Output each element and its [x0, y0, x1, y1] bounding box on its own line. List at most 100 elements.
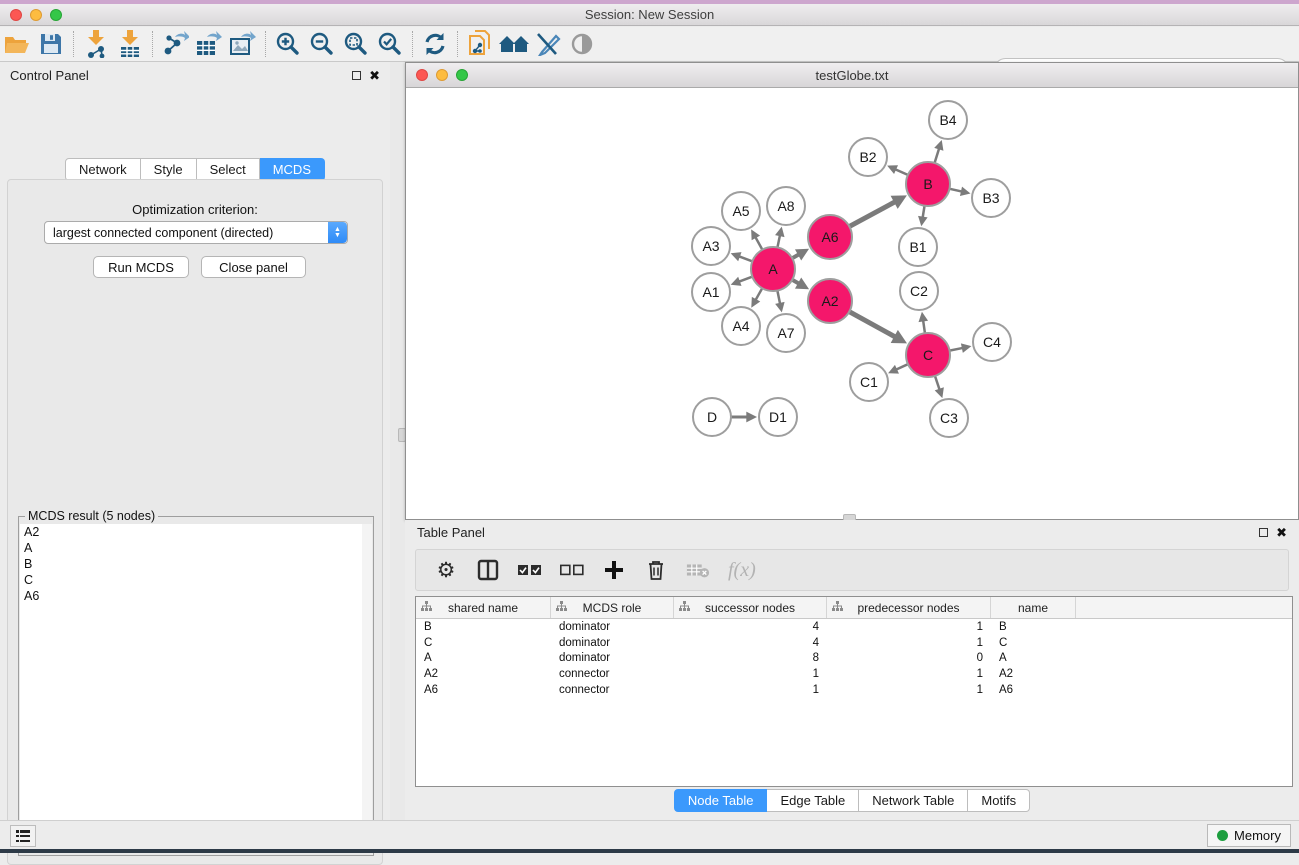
close-panel-button[interactable]: Close panel	[201, 256, 306, 278]
close-table-panel-icon[interactable]: ✖	[1276, 528, 1287, 537]
network-canvas[interactable]: B4 B2 B B3 A8A5 A6 A3 B1 A A1 C2 A2 A4A7 C4 C C1 C3 D D1	[406, 88, 1298, 519]
gear-icon[interactable]: ⚙	[434, 558, 458, 582]
table-panel: Table Panel ✖ ⚙ f(x) shared nameMCDS rol…	[405, 520, 1299, 820]
graph-node-C1[interactable]: C1	[850, 363, 888, 401]
graph-node-B4[interactable]: B4	[929, 101, 967, 139]
column-header-MCDS-role[interactable]: MCDS role	[551, 597, 674, 618]
graph-node-C[interactable]: C	[906, 333, 950, 377]
graph-node-A4[interactable]: A4	[722, 307, 760, 345]
deselect-all-icon[interactable]	[560, 558, 584, 582]
mcds-result-list[interactable]: A2ABCA6	[20, 524, 364, 850]
graph-node-C4[interactable]: C4	[973, 323, 1011, 361]
tab-mcds[interactable]: MCDS	[260, 158, 325, 181]
table-cell: dominator	[551, 652, 674, 664]
import-table-icon[interactable]	[113, 30, 147, 58]
import-network-icon[interactable]	[79, 30, 113, 58]
delete-table-icon[interactable]	[686, 558, 710, 582]
graph-node-A5[interactable]: A5	[722, 192, 760, 230]
result-list-scrollbar[interactable]	[362, 524, 372, 850]
result-list-item[interactable]: C	[20, 572, 364, 588]
table-cell: 4	[674, 621, 827, 633]
tab-style[interactable]: Style	[141, 158, 197, 181]
graph-node-A7[interactable]: A7	[767, 314, 805, 352]
zoom-in-icon[interactable]	[271, 30, 305, 58]
graph-node-B2[interactable]: B2	[849, 138, 887, 176]
tab-motifs[interactable]: Motifs	[968, 789, 1030, 812]
network-window-titlebar[interactable]: testGlobe.txt	[406, 63, 1298, 88]
table-cell: 1	[827, 668, 991, 680]
eye-icon[interactable]	[565, 30, 599, 58]
graph-node-A3[interactable]: A3	[692, 227, 730, 265]
run-mcds-button[interactable]: Run MCDS	[93, 256, 189, 278]
columns-icon[interactable]	[476, 558, 500, 582]
graph-node-C2[interactable]: C2	[900, 272, 938, 310]
graph-node-A6[interactable]: A6	[808, 215, 852, 259]
control-panel: Control Panel ✖ NetworkStyleSelectMCDS O…	[0, 62, 390, 820]
function-builder-icon[interactable]: f(x)	[728, 558, 756, 582]
float-table-panel-icon[interactable]	[1259, 528, 1268, 537]
annotation-toggle-icon[interactable]	[531, 30, 565, 58]
table-cell: 8	[674, 652, 827, 664]
graph-node-D1[interactable]: D1	[759, 398, 797, 436]
column-header-name[interactable]: name	[991, 597, 1076, 618]
tab-network-table[interactable]: Network Table	[859, 789, 968, 812]
zoom-selected-icon[interactable]	[373, 30, 407, 58]
toolbar-separator	[265, 31, 266, 57]
export-table-icon[interactable]	[192, 30, 226, 58]
graph-node-A8[interactable]: A8	[767, 187, 805, 225]
table-row[interactable]: Bdominator41B	[416, 619, 1292, 635]
copy-network-icon[interactable]	[463, 30, 497, 58]
home-icon[interactable]	[497, 30, 531, 58]
network-graph[interactable]: B4 B2 B B3 A8A5 A6 A3 B1 A A1 C2 A2 A4A7 C4 C C1 C3 D D1	[406, 88, 1298, 519]
graph-node-label: A2	[821, 293, 838, 309]
zoom-out-icon[interactable]	[305, 30, 339, 58]
column-header-successor-nodes[interactable]: successor nodes	[674, 597, 827, 618]
graph-edge-A6-B[interactable]	[848, 202, 895, 228]
graph-edge-A2-C[interactable]	[848, 311, 896, 337]
graph-node-D[interactable]: D	[693, 398, 731, 436]
graph-node-label: A6	[821, 229, 838, 245]
column-header-predecessor-nodes[interactable]: predecessor nodes	[827, 597, 991, 618]
show-panels-button[interactable]	[10, 825, 36, 847]
table-row[interactable]: A6connector11A6	[416, 682, 1292, 698]
result-list-item[interactable]: B	[20, 556, 364, 572]
result-list-item[interactable]: A2	[20, 524, 364, 540]
graph-node-A[interactable]: A	[751, 247, 795, 291]
table-row[interactable]: A2connector11A2	[416, 666, 1292, 682]
graph-edge-arrowhead	[919, 312, 929, 322]
column-header-shared-name[interactable]: shared name	[416, 597, 551, 618]
graph-node-label: B	[923, 176, 932, 192]
graph-node-B[interactable]: B	[906, 162, 950, 206]
open-session-icon[interactable]	[0, 30, 34, 58]
zoom-fit-icon[interactable]	[339, 30, 373, 58]
tab-select[interactable]: Select	[197, 158, 260, 181]
graph-node-C3[interactable]: C3	[930, 399, 968, 437]
tab-network[interactable]: Network	[65, 158, 141, 181]
close-panel-icon[interactable]: ✖	[369, 71, 380, 80]
result-list-item[interactable]: A	[20, 540, 364, 556]
tab-node-table[interactable]: Node Table	[674, 789, 768, 812]
float-panel-icon[interactable]	[352, 71, 361, 80]
refresh-layout-icon[interactable]	[418, 30, 452, 58]
graph-node-B1[interactable]: B1	[899, 228, 937, 266]
graph-node-A2[interactable]: A2	[808, 279, 852, 323]
memory-button[interactable]: Memory	[1207, 824, 1291, 847]
tab-edge-table[interactable]: Edge Table	[767, 789, 859, 812]
table-row[interactable]: Cdominator41C	[416, 635, 1292, 651]
app-titlebar: Session: New Session	[0, 4, 1299, 26]
node-table[interactable]: shared nameMCDS rolesuccessor nodesprede…	[415, 596, 1293, 787]
export-network-icon[interactable]	[158, 30, 192, 58]
session-title: Session: New Session	[0, 7, 1299, 22]
select-all-icon[interactable]	[518, 558, 542, 582]
graph-edge-arrowhead	[918, 216, 928, 226]
save-session-icon[interactable]	[34, 30, 68, 58]
add-column-icon[interactable]	[602, 558, 626, 582]
delete-column-icon[interactable]	[644, 558, 668, 582]
mcds-result-title: MCDS result (5 nodes)	[25, 509, 158, 523]
graph-node-A1[interactable]: A1	[692, 273, 730, 311]
table-row[interactable]: Adominator80A	[416, 651, 1292, 667]
optimization-criterion-select[interactable]: largest connected component (directed) ▲…	[44, 221, 348, 244]
export-image-icon[interactable]	[226, 30, 260, 58]
result-list-item[interactable]: A6	[20, 588, 364, 604]
graph-node-B3[interactable]: B3	[972, 179, 1010, 217]
